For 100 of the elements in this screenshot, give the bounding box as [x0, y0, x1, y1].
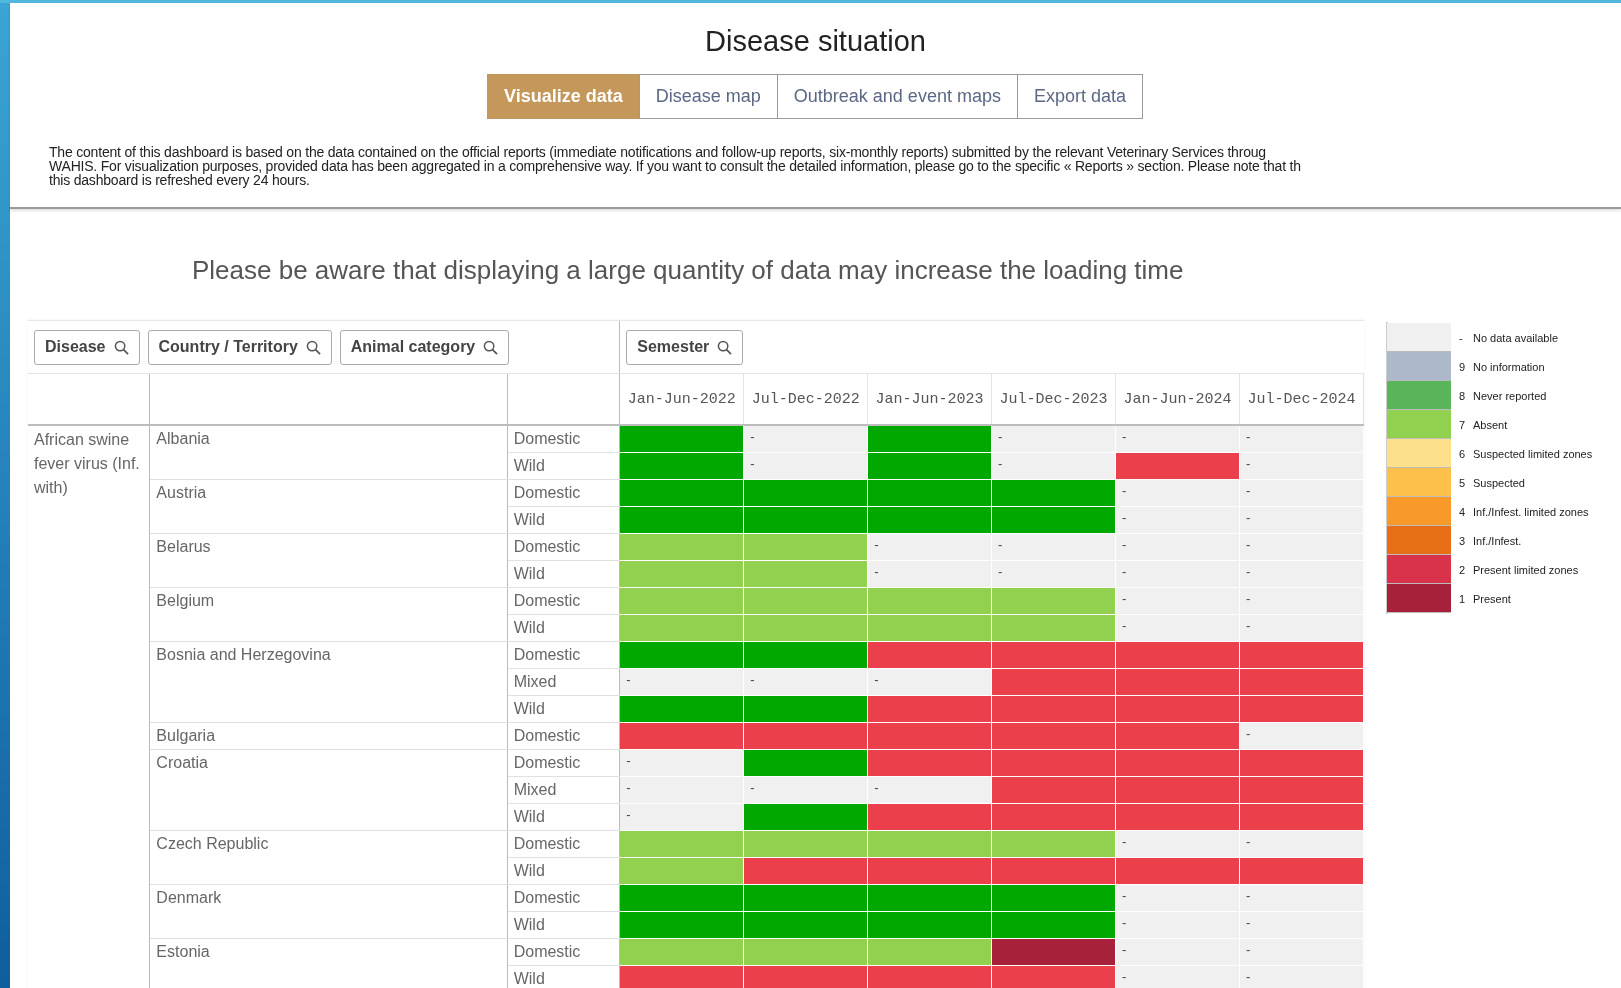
legend-label: No information	[1473, 360, 1545, 373]
status-cell: -	[619, 803, 744, 831]
legend-label: Inf./Infest. limited zones	[1473, 505, 1589, 518]
status-cell: -	[619, 776, 744, 804]
status-cell: -	[1115, 587, 1240, 615]
category-cell: Domestic	[507, 533, 620, 561]
status-cell: -	[1115, 911, 1240, 939]
legend-label: Present	[1473, 592, 1511, 605]
category-cell: Domestic	[507, 938, 620, 966]
status-cell: -	[743, 776, 868, 804]
status-cell: -	[1239, 425, 1364, 453]
country-cell: Denmark	[149, 884, 508, 939]
legend-label: Suspected limited zones	[1473, 447, 1593, 460]
category-cell: Domestic	[507, 722, 620, 750]
country-cell: Belgium	[149, 587, 508, 642]
legend-label: Inf./Infest.	[1473, 534, 1522, 547]
category-cell: Wild	[507, 560, 620, 588]
status-cell: -	[619, 749, 744, 777]
tab[interactable]: Disease map	[638, 74, 778, 119]
status-cell: -	[991, 533, 1116, 561]
legend-label: Never reported	[1473, 389, 1547, 402]
status-cell: -	[867, 533, 992, 561]
status-cell: -	[1115, 614, 1240, 642]
status-cell: -	[1115, 938, 1240, 966]
status-cell: -	[1239, 722, 1364, 750]
status-cell: -	[1239, 533, 1364, 561]
status-cell: -	[867, 668, 992, 696]
status-cell: -	[743, 425, 868, 453]
country-cell: Bosnia and Herzegovina	[149, 641, 508, 723]
status-cell: -	[1239, 614, 1364, 642]
status-cell: -	[1115, 533, 1240, 561]
category-cell: Domestic	[507, 830, 620, 858]
status-cell: -	[1239, 911, 1364, 939]
legend-label: Suspected	[1473, 476, 1525, 489]
category-cell: Domestic	[507, 749, 620, 777]
legend-code: 9	[1459, 360, 1467, 373]
search-icon	[113, 339, 129, 355]
status-cell: -	[1115, 830, 1240, 858]
filter-button[interactable]: Country / Territory	[147, 329, 332, 365]
legend-code: 8	[1459, 389, 1467, 402]
legend-code: 5	[1459, 476, 1467, 489]
legend-code: 3	[1459, 534, 1467, 547]
status-cell: -	[867, 560, 992, 588]
legend-label: Absent	[1473, 418, 1508, 431]
status-cell: -	[991, 452, 1116, 480]
status-cell: -	[743, 668, 868, 696]
status-cell: -	[1115, 425, 1240, 453]
legend-code: 4	[1459, 505, 1467, 518]
country-cell: Austria	[149, 479, 508, 534]
category-cell: Mixed	[507, 776, 620, 804]
category-cell: Domestic	[507, 587, 620, 615]
filter-button[interactable]: Semester	[626, 329, 744, 365]
status-cell: -	[1239, 452, 1364, 480]
status-cell: -	[1239, 587, 1364, 615]
status-cell: -	[1115, 506, 1240, 534]
category-cell: Wild	[507, 452, 620, 480]
status-cell: -	[1239, 830, 1364, 858]
legend-code: 6	[1459, 447, 1467, 460]
category-cell: Domestic	[507, 479, 620, 507]
status-cell: -	[1239, 506, 1364, 534]
legend-code: 1	[1459, 592, 1467, 605]
legend-code: 7	[1459, 418, 1467, 431]
status-cell: -	[991, 425, 1116, 453]
category-cell: Wild	[507, 614, 620, 642]
search-icon	[483, 339, 499, 355]
search-icon	[717, 339, 733, 355]
filter-button[interactable]: Disease	[34, 329, 140, 365]
status-cell: -	[1239, 479, 1364, 507]
country-cell: Czech Republic	[149, 830, 508, 885]
status-cell: -	[991, 560, 1116, 588]
status-cell: -	[1239, 884, 1364, 912]
status-cell: -	[1239, 965, 1364, 988]
tab[interactable]: Export data	[1016, 74, 1143, 119]
category-cell: Wild	[507, 857, 620, 885]
category-cell: Wild	[507, 965, 620, 988]
country-cell: Belarus	[149, 533, 508, 588]
disease-cell: African swine fever virus (Inf. with)	[28, 425, 150, 988]
status-cell: -	[743, 452, 868, 480]
notice-text: Please be aware that displaying a large quantity of data may increase the loading time	[192, 255, 1185, 286]
country-cell: Croatia	[149, 749, 508, 831]
status-cell: -	[867, 776, 992, 804]
country-cell: Bulgaria	[149, 722, 508, 750]
filter-button[interactable]: Animal category	[339, 329, 510, 365]
category-cell: Domestic	[507, 884, 620, 912]
category-cell: Wild	[507, 803, 620, 831]
status-cell: -	[1239, 938, 1364, 966]
category-cell: Mixed	[507, 668, 620, 696]
country-cell: Albania	[149, 425, 508, 480]
status-cell: -	[1115, 560, 1240, 588]
category-cell: Wild	[507, 695, 620, 723]
tab[interactable]: Outbreak and event maps	[776, 74, 1018, 119]
legend-label: No data available	[1473, 331, 1558, 344]
description-text: The content of this dashboard is based on the data contained on the official reports (immediate notifications and follow-up reports, six-monthly reports) submitted by the relevant Veterinary Services throug WAHIS. For visualization purposes, provided data has been aggregated in a comprehensive way. If you want to consult the detailed information, please go to the specific « Reports » section. Please note that th this dashboard is refreshed every 24 hours.	[49, 145, 1302, 187]
legend-code: -	[1459, 331, 1464, 344]
search-icon	[305, 339, 321, 355]
page-title: Disease situation	[704, 25, 927, 58]
category-cell: Domestic	[507, 425, 620, 453]
legend-label: Present limited zones	[1473, 563, 1579, 576]
status-cell: -	[1239, 560, 1364, 588]
status-cell: -	[1115, 479, 1240, 507]
